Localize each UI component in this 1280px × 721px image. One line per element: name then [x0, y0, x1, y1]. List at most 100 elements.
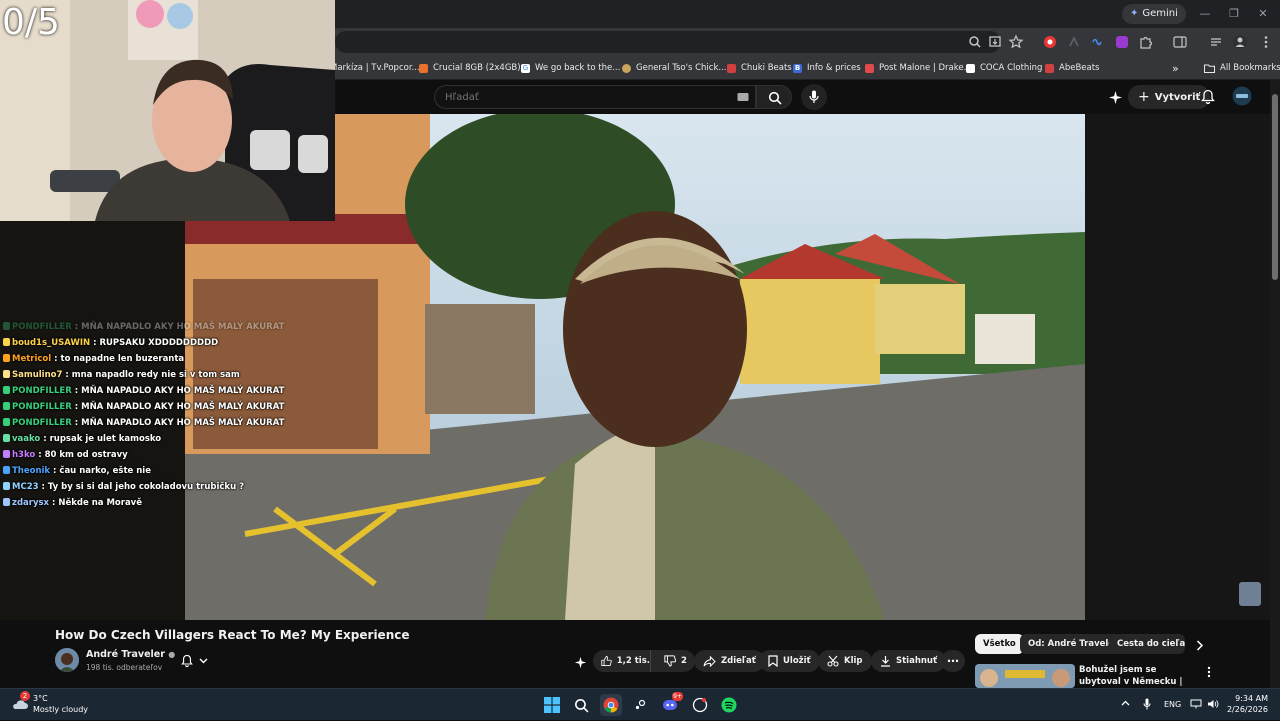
- page-scrollbar[interactable]: [1270, 80, 1280, 688]
- bookmark-item[interactable]: General Tso's Chick...: [622, 61, 726, 75]
- tray-chevron-up-icon[interactable]: [1121, 700, 1130, 706]
- network-icon[interactable]: [1190, 699, 1202, 709]
- bookmark-item[interactable]: G We go back to the...: [521, 61, 620, 75]
- chat-username[interactable]: PONDFILLER: [12, 386, 72, 396]
- url-field[interactable]: [335, 31, 1001, 53]
- like-button[interactable]: 1,2 tis.: [593, 650, 651, 672]
- extension-wave-icon[interactable]: [1090, 34, 1106, 50]
- chat-message: MC23 : Ty by si si dal jeho cokoladovu t…: [3, 479, 263, 495]
- chat-username[interactable]: Theonik: [12, 466, 50, 476]
- all-bookmarks-button[interactable]: All Bookmarks: [1204, 61, 1280, 75]
- extension-gray-icon[interactable]: [1066, 34, 1082, 50]
- account-avatar-icon[interactable]: [1232, 86, 1252, 106]
- sparkle-icon[interactable]: [1108, 90, 1123, 105]
- dislike-button[interactable]: 2: [656, 650, 687, 672]
- chat-badge-icon: [3, 466, 10, 474]
- chat-messages: PONDFILLER : MŇA NAPADLO AKY HO MAŠ MALÝ…: [3, 319, 284, 511]
- notifications-bell-icon[interactable]: [1201, 89, 1215, 105]
- maximize-icon[interactable]: ❐: [1225, 5, 1243, 23]
- bookmark-star-icon[interactable]: [1008, 34, 1024, 50]
- clip-button[interactable]: Klip: [818, 650, 872, 672]
- chip-topic[interactable]: Cesta do cieľa Eu: [1109, 634, 1185, 654]
- save-icon: [768, 655, 778, 667]
- zoom-icon[interactable]: [967, 34, 983, 50]
- recommended-menu-icon[interactable]: [1206, 666, 1212, 678]
- save-button[interactable]: Uložiť: [759, 650, 820, 672]
- channel-avatar[interactable]: [55, 648, 79, 672]
- bookmark-item[interactable]: Markíza | Tv.Popcor...: [330, 61, 420, 75]
- close-icon[interactable]: ✕: [1254, 5, 1272, 23]
- chrome-icon: [603, 697, 619, 713]
- subscriber-count: 198 tis. odberateľov: [86, 663, 163, 672]
- share-button[interactable]: Zdieľať: [694, 650, 765, 672]
- chat-separator: :: [35, 450, 45, 460]
- gemini-button[interactable]: ✦ Gemini: [1122, 4, 1186, 24]
- recommended-thumbnail[interactable]: [975, 664, 1075, 688]
- bookmark-favicon-icon: [1045, 63, 1054, 73]
- create-button[interactable]: + Vytvoriť: [1128, 85, 1211, 109]
- extensions-puzzle-icon[interactable]: [1138, 34, 1154, 50]
- taskbar-steam[interactable]: [629, 694, 651, 716]
- side-panel-icon[interactable]: [1172, 34, 1188, 50]
- chevron-right-icon[interactable]: [1196, 640, 1204, 651]
- chat-username[interactable]: Metricol: [12, 354, 51, 364]
- download-button[interactable]: Stiahnuť: [871, 650, 947, 672]
- weather-widget[interactable]: 2 3°C Mostly cloudy: [0, 689, 100, 721]
- bookmark-item[interactable]: Crucial 8GB (2x4GB)...: [419, 61, 529, 75]
- bell-icon: [180, 654, 193, 668]
- tray-mic-icon[interactable]: [1143, 698, 1151, 710]
- bookmark-favicon-icon: [865, 63, 874, 73]
- clock-date[interactable]: 2/26/2026: [1226, 705, 1268, 714]
- chat-username[interactable]: PONDFILLER: [12, 322, 72, 332]
- bookmark-favicon-icon: [622, 63, 631, 73]
- channel-name[interactable]: André Traveler ●: [86, 649, 175, 660]
- input-language[interactable]: ENG: [1164, 700, 1181, 709]
- gemini-label: Gemini: [1142, 8, 1178, 19]
- more-actions-button[interactable]: ⋯: [941, 650, 965, 672]
- volume-icon[interactable]: [1207, 699, 1219, 709]
- minimize-icon[interactable]: —: [1196, 5, 1214, 23]
- reading-list-icon[interactable]: [1208, 34, 1224, 50]
- taskbar-spotify[interactable]: [718, 694, 740, 716]
- extension-red-icon[interactable]: [1042, 34, 1058, 50]
- scrollbar-thumb[interactable]: [1272, 94, 1278, 280]
- voice-search-button[interactable]: [801, 84, 827, 110]
- more-bookmarks-button[interactable]: »: [1172, 61, 1179, 75]
- taskbar-discord[interactable]: 9+: [659, 692, 683, 716]
- profile-avatar-icon[interactable]: [1232, 34, 1248, 50]
- subscription-bell-button[interactable]: [172, 650, 216, 672]
- chat-username[interactable]: MC23: [12, 482, 39, 492]
- install-icon[interactable]: [987, 34, 1003, 50]
- chat-username[interactable]: vaako: [12, 434, 40, 444]
- search-button[interactable]: [756, 85, 792, 109]
- ai-sparkle-icon[interactable]: [574, 656, 587, 669]
- search-input[interactable]: [445, 89, 725, 105]
- taskbar-chrome[interactable]: [600, 694, 622, 716]
- keyboard-icon[interactable]: [737, 92, 749, 102]
- clock-time[interactable]: 9:34 AM: [1230, 694, 1268, 703]
- bookmark-favicon-icon: [966, 63, 975, 73]
- goal-counter: 0/5: [2, 2, 60, 43]
- chat-message: Samulino7 : mna napadlo redy nie si v to…: [3, 367, 263, 383]
- bookmark-item[interactable]: Chuki Beats: [727, 61, 792, 75]
- bookmark-item[interactable]: COCA Clothing: [966, 61, 1042, 75]
- taskbar-app[interactable]: [689, 694, 711, 716]
- bookmark-item[interactable]: B Info & prices: [793, 61, 861, 75]
- chat-username[interactable]: PONDFILLER: [12, 418, 72, 428]
- chip-all[interactable]: Všetko: [975, 634, 1024, 654]
- start-button[interactable]: [541, 694, 563, 716]
- mini-thumbnail-icon[interactable]: [1239, 582, 1261, 606]
- chrome-menu-icon[interactable]: [1258, 34, 1274, 50]
- bookmark-item[interactable]: AbeBeats: [1045, 61, 1099, 75]
- weather-description: Mostly cloudy: [33, 705, 88, 714]
- chat-username[interactable]: h3ko: [12, 450, 35, 460]
- chat-username[interactable]: Samulino7: [12, 370, 62, 380]
- extension-purple-icon[interactable]: [1114, 34, 1130, 50]
- chat-username[interactable]: boud1s_USAWIN: [12, 338, 90, 348]
- chat-username[interactable]: PONDFILLER: [12, 402, 72, 412]
- chat-username[interactable]: zdarysx: [12, 498, 49, 508]
- chat-separator: :: [71, 402, 82, 412]
- taskbar-search-button[interactable]: [570, 694, 592, 716]
- chat-message: zdarysx : Někde na Moravě: [3, 495, 263, 511]
- bookmark-item[interactable]: Post Malone | Drake...: [865, 61, 972, 75]
